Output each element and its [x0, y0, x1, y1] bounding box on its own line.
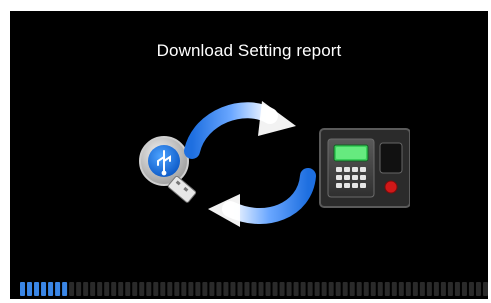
progress-segment-empty [307, 282, 313, 296]
progress-segment-empty [405, 282, 411, 296]
progress-segment-empty [447, 282, 453, 296]
progress-segment-empty [328, 282, 334, 296]
progress-segment-empty [104, 282, 110, 296]
progress-segment-empty [265, 282, 271, 296]
progress-segment-filled [27, 282, 33, 296]
progress-segment-empty [83, 282, 89, 296]
progress-segment-empty [195, 282, 201, 296]
progress-segment-empty [167, 282, 173, 296]
progress-segment-empty [174, 282, 180, 296]
progress-segment-empty [209, 282, 215, 296]
transfer-illustration [130, 91, 411, 231]
progress-segment-empty [181, 282, 187, 296]
progress-segment-empty [111, 282, 117, 296]
progress-segment-empty [160, 282, 166, 296]
progress-segment-empty [244, 282, 250, 296]
progress-segment-empty [300, 282, 306, 296]
progress-segments [20, 282, 488, 296]
progress-segment-empty [216, 282, 222, 296]
progress-segment-empty [188, 282, 194, 296]
progress-segment-filled [41, 282, 47, 296]
sync-arrows-icon [184, 101, 316, 227]
progress-segment-empty [97, 282, 103, 296]
progress-segment-empty [335, 282, 341, 296]
progress-segment-empty [419, 282, 425, 296]
progress-segment-empty [90, 282, 96, 296]
transfer-illustration-svg [139, 101, 411, 227]
device-screen: Download Setting report [10, 11, 488, 299]
progress-segment-empty [370, 282, 376, 296]
progress-segment-empty [146, 282, 152, 296]
progress-segment-empty [286, 282, 292, 296]
progress-segment-empty [279, 282, 285, 296]
progress-segment-empty [475, 282, 481, 296]
progress-segment-empty [426, 282, 432, 296]
progress-segment-empty [454, 282, 460, 296]
progress-segment-empty [118, 282, 124, 296]
progress-segment-empty [482, 282, 488, 296]
progress-segment-empty [237, 282, 243, 296]
progress-segment-empty [153, 282, 159, 296]
progress-segment-empty [251, 282, 257, 296]
progress-segment-filled [48, 282, 54, 296]
progress-segment-empty [321, 282, 327, 296]
progress-segment-empty [461, 282, 467, 296]
progress-segment-empty [314, 282, 320, 296]
progress-segment-empty [468, 282, 474, 296]
progress-segment-empty [69, 282, 75, 296]
progress-segment-empty [384, 282, 390, 296]
page-title: Download Setting report [156, 41, 342, 60]
progress-bar [20, 282, 488, 296]
progress-segment-empty [223, 282, 229, 296]
progress-segment-filled [55, 282, 61, 296]
progress-segment-empty [412, 282, 418, 296]
progress-segment-empty [272, 282, 278, 296]
time-attendance-terminal-icon [319, 128, 411, 208]
progress-segment-empty [76, 282, 82, 296]
progress-segment-empty [132, 282, 138, 296]
progress-segment-empty [230, 282, 236, 296]
progress-segment-empty [363, 282, 369, 296]
progress-segment-filled [20, 282, 26, 296]
progress-segment-empty [377, 282, 383, 296]
progress-segment-empty [349, 282, 355, 296]
progress-segment-empty [398, 282, 404, 296]
progress-segment-empty [356, 282, 362, 296]
progress-segment-empty [139, 282, 145, 296]
progress-segment-empty [258, 282, 264, 296]
progress-segment-empty [125, 282, 131, 296]
progress-segment-empty [293, 282, 299, 296]
progress-segment-filled [62, 282, 68, 296]
progress-segment-empty [391, 282, 397, 296]
progress-segment-empty [342, 282, 348, 296]
progress-segment-empty [202, 282, 208, 296]
progress-segment-empty [433, 282, 439, 296]
progress-segment-empty [440, 282, 446, 296]
progress-segment-filled [34, 282, 40, 296]
